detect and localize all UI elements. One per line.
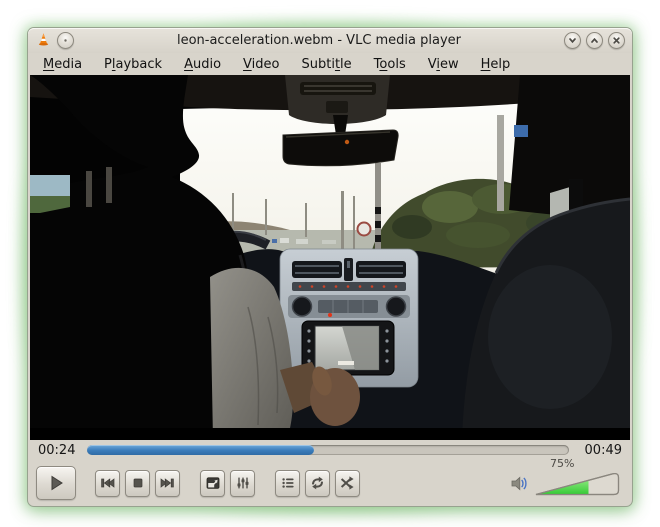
menu-label-mnemonic: V xyxy=(243,56,252,72)
menu-tools[interactable]: Tools xyxy=(363,55,417,74)
total-time: 00:49 xyxy=(584,442,622,458)
menu-label-post: le xyxy=(340,56,352,72)
menu-label-mnemonic: M xyxy=(43,56,55,72)
frame-bottom-bar xyxy=(30,428,630,440)
menu-label-post: udio xyxy=(192,56,222,72)
volume-widget: 75% xyxy=(509,457,624,497)
playlist-button[interactable] xyxy=(275,469,300,497)
window-title: leon-acceleration.webm - VLC media playe… xyxy=(176,33,462,48)
menu-label-post: ideo xyxy=(251,56,280,72)
stop-icon xyxy=(133,478,142,488)
vlc-cone-icon xyxy=(35,32,52,49)
menu-label-pre: Subti xyxy=(301,56,335,72)
video-area[interactable] xyxy=(30,75,630,440)
titlebar[interactable]: leon-acceleration.webm - VLC media playe… xyxy=(28,28,632,53)
menu-audio[interactable]: Audio xyxy=(173,55,232,74)
fullscreen-icon xyxy=(206,477,219,489)
shuffle-button[interactable] xyxy=(335,469,360,497)
vlc-window: leon-acceleration.webm - VLC media playe… xyxy=(28,28,632,506)
speaker-icon[interactable] xyxy=(509,474,529,493)
menu-label-post: elp xyxy=(490,56,511,72)
elapsed-time: 00:24 xyxy=(38,442,76,458)
left-side-window xyxy=(30,175,70,213)
loop-button[interactable] xyxy=(305,469,330,497)
volume-percent-label: 75% xyxy=(550,456,575,470)
stop-button[interactable] xyxy=(125,469,150,497)
seek-fill xyxy=(87,445,314,455)
shuffle-icon xyxy=(340,476,354,490)
playlist-icon xyxy=(281,478,294,488)
maximize-button[interactable] xyxy=(586,32,603,49)
skip-next-icon xyxy=(160,478,174,488)
play-icon xyxy=(51,475,63,491)
equalizer-icon xyxy=(237,477,248,489)
video-frame xyxy=(30,75,630,440)
skip-previous-icon xyxy=(101,478,115,488)
menu-label-pre: P xyxy=(104,56,112,72)
fullscreen-button[interactable] xyxy=(200,469,225,497)
seek-row: 00:24 00:49 xyxy=(28,440,632,460)
next-button[interactable] xyxy=(155,469,180,497)
extended-settings-button[interactable] xyxy=(230,469,255,497)
close-button[interactable] xyxy=(608,32,625,49)
window-menu-button[interactable] xyxy=(57,32,74,49)
lamp-pole xyxy=(497,115,504,211)
car-interior-scene xyxy=(30,75,630,440)
controls-bar: 75% xyxy=(28,457,632,510)
menu-label-post: ols xyxy=(387,56,406,72)
menu-label-mnemonic: A xyxy=(184,56,193,72)
menu-label-post: ayback xyxy=(115,56,163,72)
menu-media[interactable]: Media xyxy=(32,55,93,74)
volume-wedge xyxy=(535,472,620,495)
volume-slider[interactable]: 75% xyxy=(534,457,622,497)
menu-view[interactable]: View xyxy=(417,55,470,74)
menu-label-post: ew xyxy=(439,56,459,72)
menu-label-mnemonic: H xyxy=(480,56,491,72)
previous-button[interactable] xyxy=(95,469,120,497)
menu-help[interactable]: Help xyxy=(470,55,522,74)
loop-icon xyxy=(312,476,323,490)
menu-subtitle[interactable]: Subtitle xyxy=(290,55,362,74)
menu-playback[interactable]: Playback xyxy=(93,55,173,74)
menu-video[interactable]: Video xyxy=(232,55,290,74)
minimize-button[interactable] xyxy=(564,32,581,49)
menu-label-post: edia xyxy=(54,56,83,72)
play-button[interactable] xyxy=(36,466,76,500)
menubar: Media Playback Audio Video Subtitle Tool… xyxy=(28,53,632,75)
seek-slider[interactable] xyxy=(87,445,569,455)
media-screen xyxy=(301,320,395,376)
